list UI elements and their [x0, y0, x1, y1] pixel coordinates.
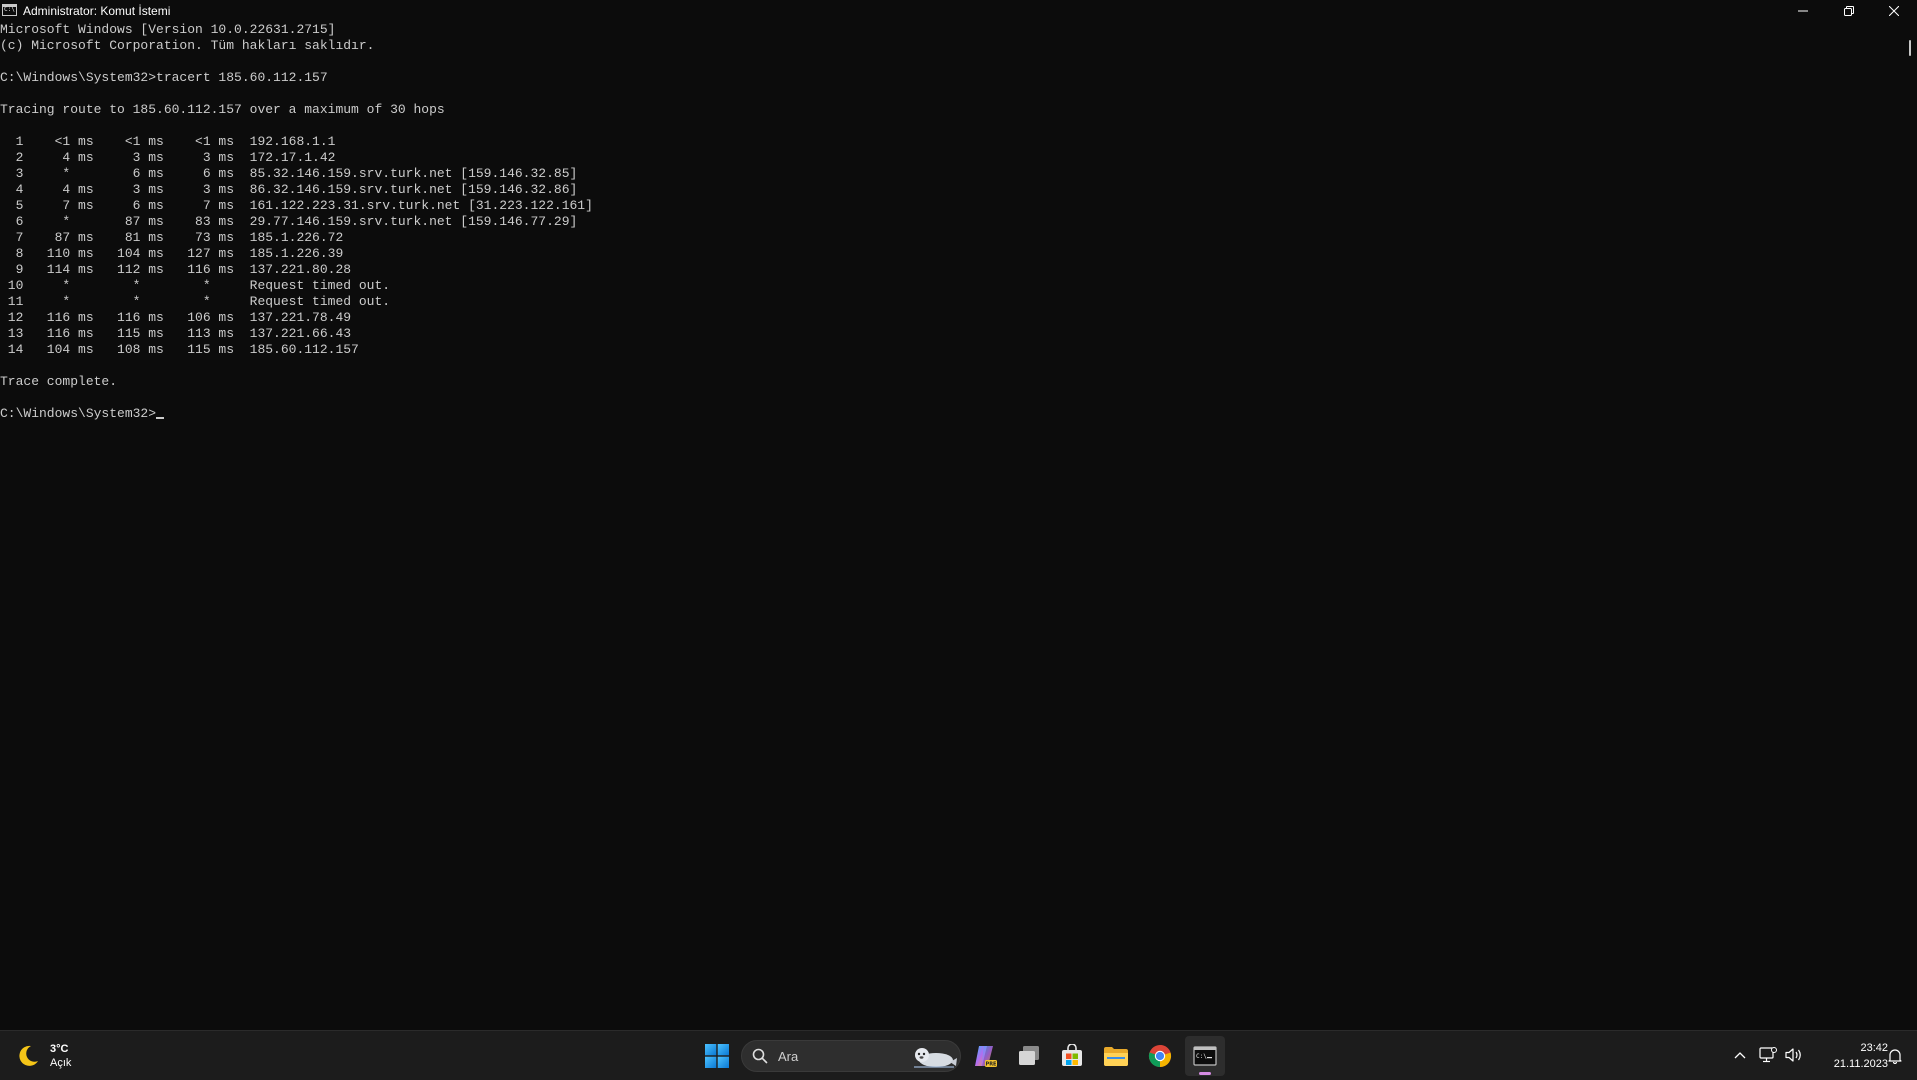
console-line: 14 104 ms 108 ms 115 ms 185.60.112.157: [7, 342, 359, 357]
task-view-icon: [1019, 1046, 1039, 1065]
console-line: 4 4 ms 3 ms 3 ms 86.32.146.159.srv.turk.…: [15, 182, 578, 197]
chevron-up-icon: [1734, 1052, 1746, 1059]
text-cursor: [156, 417, 165, 419]
console-line: 6 * 87 ms 83 ms 29.77.146.159.srv.turk.n…: [15, 214, 578, 229]
close-icon: [1889, 6, 1899, 16]
console-line: Trace complete.: [0, 374, 118, 389]
microsoft-store-button[interactable]: [1052, 1036, 1092, 1076]
bell-icon: [1888, 1049, 1902, 1064]
restore-icon: [1844, 6, 1854, 16]
console-line: 3 * 6 ms 6 ms 85.32.146.159.srv.turk.net…: [15, 166, 578, 181]
scrollbar-thumb[interactable]: [1909, 40, 1911, 56]
svg-text:C:\: C:\: [1196, 1053, 1207, 1060]
search-icon: [752, 1048, 768, 1064]
console-line: 8 110 ms 104 ms 127 ms 185.1.226.39: [15, 246, 344, 261]
clock-date: 21.11.2023: [1833, 1058, 1888, 1070]
folder-icon: [1104, 1047, 1128, 1066]
cmd-app-icon[interactable]: [2, 4, 17, 16]
console-lines: Microsoft Windows [Version 10.0.22631.27…: [0, 22, 593, 389]
windows-logo-icon: [705, 1044, 729, 1068]
title-bar[interactable]: Administrator: Komut İstemi: [0, 0, 1917, 22]
copilot-icon: PRE: [975, 1046, 998, 1068]
console-line: 9 114 ms 112 ms 116 ms 137.221.80.28: [15, 262, 352, 277]
store-icon: [1062, 1044, 1082, 1066]
show-hidden-icons-button[interactable]: [1730, 1043, 1750, 1067]
notifications-button[interactable]: [1884, 1044, 1906, 1068]
search-placeholder: Ara: [778, 1049, 799, 1064]
minimize-icon: [1798, 10, 1808, 12]
volume-button[interactable]: [1783, 1043, 1805, 1067]
task-view-button[interactable]: [1009, 1036, 1049, 1076]
search-input[interactable]: Ara: [741, 1040, 961, 1072]
copilot-button[interactable]: PRE: [965, 1036, 1005, 1076]
command-prompt-taskbar-button[interactable]: C:\: [1185, 1036, 1225, 1076]
vertical-scrollbar[interactable]: [1903, 22, 1917, 1030]
console-output-area[interactable]: Microsoft Windows [Version 10.0.22631.27…: [0, 22, 1900, 1030]
weather-temperature: 3°C: [50, 1043, 69, 1055]
console-line: 11 * * * Request timed out.: [7, 294, 391, 309]
console-line: 13 116 ms 115 ms 113 ms 137.221.66.43: [7, 326, 352, 341]
search-highlight-seal-icon: [914, 1048, 957, 1068]
console-line: 2 4 ms 3 ms 3 ms 172.17.1.42: [15, 150, 336, 165]
clock[interactable]: 23:42 21.11.2023: [1808, 1040, 1888, 1072]
close-button[interactable]: [1871, 0, 1917, 22]
svg-text:PRE: PRE: [986, 1062, 998, 1068]
network-status-button[interactable]: [1757, 1043, 1779, 1067]
console-line: 10 * * * Request timed out.: [7, 278, 391, 293]
active-app-indicator: [1199, 1072, 1211, 1075]
console-line: 5 7 ms 6 ms 7 ms 161.122.223.31.srv.turk…: [15, 198, 593, 213]
console-line: 12 116 ms 116 ms 106 ms 137.221.78.49: [7, 310, 352, 325]
weather-widget[interactable]: 3°C Açık: [14, 1040, 71, 1072]
console-line: Tracing route to 185.60.112.157 over a m…: [0, 102, 445, 117]
weather-text: 3°C Açık: [50, 1042, 71, 1070]
console-text: Microsoft Windows [Version 10.0.22631.27…: [0, 22, 593, 422]
command-prompt: C:\Windows\System32>: [0, 406, 157, 421]
network-ethernet-icon: [1759, 1047, 1777, 1063]
restore-button[interactable]: [1826, 0, 1872, 22]
clock-time: 23:42: [1860, 1042, 1888, 1054]
console-line: Microsoft Windows [Version 10.0.22631.27…: [0, 22, 336, 37]
taskbar: 3°C Açık Ara PRE C:\ 23:42 21.11.2023: [0, 1030, 1917, 1080]
console-line: C:\Windows\System32>tracert 185.60.112.1…: [0, 70, 328, 85]
file-explorer-button[interactable]: [1096, 1036, 1136, 1076]
console-line: (c) Microsoft Corporation. Tüm hakları s…: [0, 38, 375, 53]
terminal-icon: C:\: [1193, 1046, 1217, 1066]
speaker-icon: [1785, 1048, 1801, 1062]
chrome-icon: [1148, 1044, 1172, 1068]
moon-icon: [19, 1045, 38, 1066]
console-line: 7 87 ms 81 ms 73 ms 185.1.226.72: [15, 230, 344, 245]
minimize-button[interactable]: [1780, 0, 1826, 22]
start-button[interactable]: [697, 1036, 737, 1076]
window-title: Administrator: Komut İstemi: [23, 4, 171, 18]
chrome-button[interactable]: [1140, 1036, 1180, 1076]
weather-condition: Açık: [50, 1057, 72, 1069]
console-line: 1 <1 ms <1 ms <1 ms 192.168.1.1: [15, 134, 336, 149]
